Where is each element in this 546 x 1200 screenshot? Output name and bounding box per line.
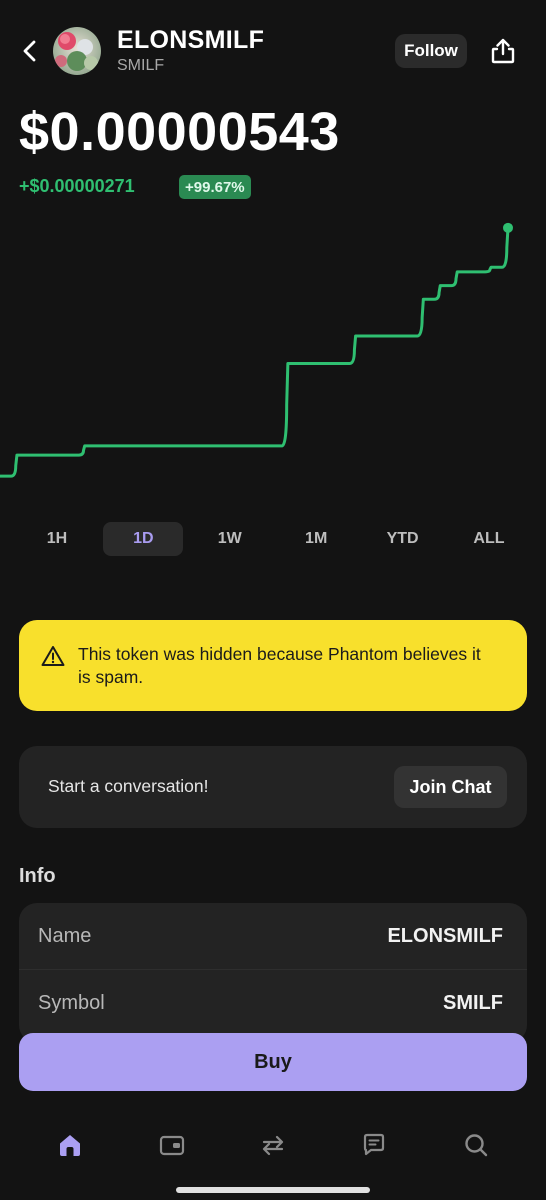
info-value: ELONSMILF — [387, 924, 503, 947]
range-tab-1d[interactable]: 1D — [103, 522, 184, 556]
nav-wallet[interactable] — [155, 1128, 189, 1162]
swap-icon — [262, 1135, 284, 1156]
chat-card: Start a conversation! Join Chat — [19, 746, 527, 828]
chat-icon — [363, 1133, 385, 1156]
info-heading: Info — [19, 865, 56, 887]
range-tab-1m[interactable]: 1M — [276, 522, 356, 556]
bottom-nav — [0, 1100, 546, 1200]
wallet-icon — [159, 1135, 185, 1156]
range-tabs: 1H 1D 1W 1M YTD ALL — [17, 522, 529, 556]
range-tab-all[interactable]: ALL — [449, 522, 529, 556]
share-icon — [491, 38, 515, 64]
nav-home[interactable] — [53, 1128, 87, 1162]
range-tab-1h[interactable]: 1H — [17, 522, 97, 556]
nav-swap[interactable] — [256, 1128, 290, 1162]
token-price: $0.00000543 — [19, 102, 340, 162]
info-card: Name ELONSMILF Symbol SMILF — [19, 903, 527, 1043]
price-line — [0, 226, 510, 478]
token-symbol: SMILF — [117, 57, 165, 74]
warning-icon — [41, 646, 65, 666]
price-change: +$0.00000271 — [19, 176, 135, 196]
range-tab-ytd[interactable]: YTD — [363, 522, 443, 556]
token-avatar — [53, 27, 101, 75]
spam-warning-banner: This token was hidden because Phantom be… — [19, 620, 527, 711]
info-value: SMILF — [443, 991, 503, 1014]
token-title: ELONSMILF — [117, 26, 265, 54]
chevron-left-icon — [23, 40, 36, 62]
price-change-percent: +99.67% — [179, 175, 251, 199]
home-icon — [60, 1135, 80, 1156]
info-label: Name — [38, 924, 92, 947]
chat-prompt: Start a conversation! — [48, 776, 209, 796]
home-indicator — [176, 1187, 370, 1193]
info-row-name: Name ELONSMILF — [19, 903, 527, 969]
follow-button[interactable]: Follow — [395, 34, 467, 68]
join-chat-button[interactable]: Join Chat — [394, 766, 507, 808]
search-icon — [465, 1134, 488, 1157]
buy-button[interactable]: Buy — [19, 1033, 527, 1091]
price-chart[interactable] — [0, 210, 546, 490]
range-tab-1w[interactable]: 1W — [190, 522, 270, 556]
latest-price-point — [503, 222, 513, 233]
nav-chat[interactable] — [357, 1128, 391, 1162]
share-button[interactable] — [486, 34, 520, 68]
info-label: Symbol — [38, 991, 105, 1014]
warning-text: This token was hidden because Phantom be… — [78, 644, 481, 687]
nav-search[interactable] — [459, 1128, 493, 1162]
info-row-symbol: Symbol SMILF — [19, 970, 527, 1036]
back-button[interactable] — [14, 34, 46, 68]
